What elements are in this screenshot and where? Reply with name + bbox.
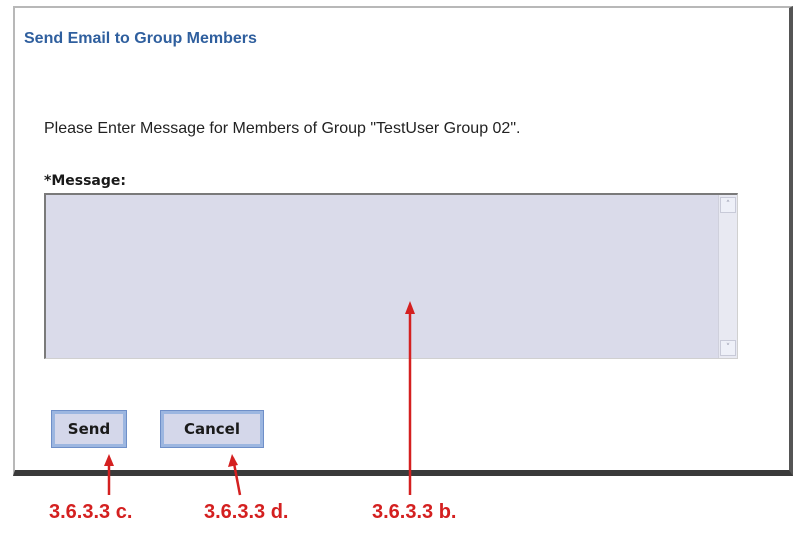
annotation-message-label: 3.6.3.3 b. (372, 501, 457, 523)
message-textarea-container: ˄ ˅ (44, 193, 738, 359)
message-scrollbar[interactable]: ˄ ˅ (718, 195, 737, 358)
send-button[interactable]: Send (51, 410, 127, 448)
dialog-title: Send Email to Group Members (24, 30, 257, 47)
annotation-cancel-label: 3.6.3.3 d. (204, 501, 289, 523)
cancel-button[interactable]: Cancel (160, 410, 264, 448)
instruction-text: Please Enter Message for Members of Grou… (44, 120, 521, 137)
message-textarea[interactable] (46, 195, 716, 358)
annotation-send-label: 3.6.3.3 c. (49, 501, 133, 523)
message-label: *Message: (44, 173, 126, 189)
scroll-up-arrow-icon[interactable]: ˄ (720, 197, 736, 213)
scroll-down-arrow-icon[interactable]: ˅ (720, 340, 736, 356)
